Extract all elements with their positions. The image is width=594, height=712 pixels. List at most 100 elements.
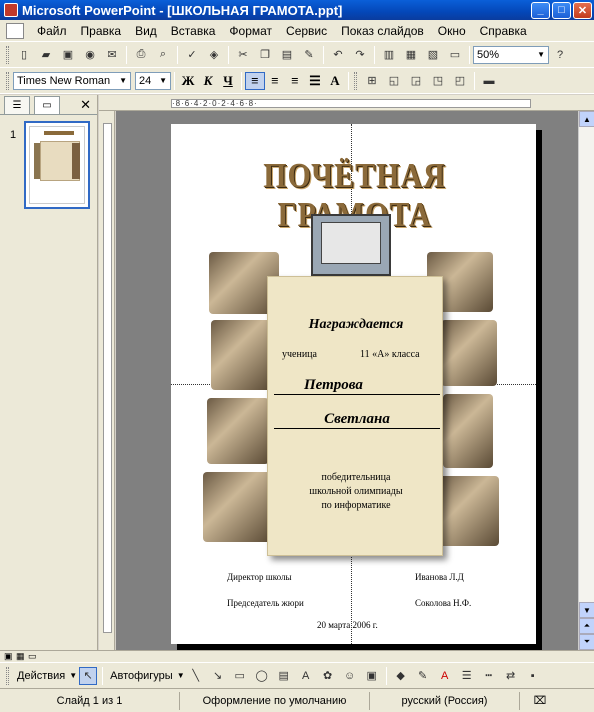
help-icon[interactable]: ? [551, 46, 569, 64]
vertical-scrollbar[interactable]: ▲ ▼ ⏶ ⏷ [578, 111, 594, 650]
menu-help[interactable]: Справка [473, 20, 534, 42]
director-name[interactable]: Иванова Л.Д [415, 572, 464, 582]
toolbar-grip[interactable] [6, 71, 9, 90]
portrait-image[interactable] [207, 398, 269, 464]
redo-icon[interactable]: ↷ [351, 46, 369, 64]
bold-button[interactable]: Ж [178, 72, 198, 90]
insert-table-icon[interactable]: ▦ [402, 46, 420, 64]
font-size-select[interactable]: 24 ▼ [135, 71, 171, 90]
cut-icon[interactable]: ✂ [234, 46, 252, 64]
research-icon[interactable]: ◈ [205, 46, 223, 64]
new-slide-icon[interactable]: ▭ [446, 46, 464, 64]
rectangle-icon[interactable]: ▭ [231, 667, 249, 685]
paste-icon[interactable]: ▤ [278, 46, 296, 64]
outline-tab-icon[interactable]: ☰ [4, 95, 30, 114]
send-backward-icon[interactable]: ◲ [407, 72, 425, 90]
permission-icon[interactable]: ◉ [81, 46, 99, 64]
portrait-image[interactable] [211, 320, 271, 390]
portrait-image[interactable] [203, 472, 271, 542]
wordart-icon[interactable]: A [297, 667, 315, 685]
close-button[interactable]: ✕ [573, 1, 592, 19]
document-icon[interactable] [6, 22, 24, 39]
actions-menu[interactable]: Действия [13, 670, 69, 682]
diagram-icon[interactable]: ✿ [319, 667, 337, 685]
dash-style-icon[interactable]: ┅ [480, 667, 498, 685]
menu-file[interactable]: Файл [30, 20, 74, 42]
scroll-down-icon[interactable]: ▼ [579, 602, 594, 618]
menu-slideshow[interactable]: Показ слайдов [334, 20, 431, 42]
italic-button[interactable]: К [198, 72, 218, 90]
flip-icon[interactable]: ◰ [451, 72, 469, 90]
calculator-image[interactable] [441, 320, 497, 386]
textbox-icon[interactable]: ▤ [275, 667, 293, 685]
rotate-icon[interactable]: ◳ [429, 72, 447, 90]
menu-format[interactable]: Формат [222, 20, 279, 42]
line-color-icon[interactable]: ▬ [480, 72, 498, 90]
print-preview-icon[interactable]: ⌕ [154, 46, 172, 64]
align-left-icon[interactable]: ≡ [245, 71, 265, 90]
date-text[interactable]: 20 марта 2006 г. [317, 620, 378, 630]
arrow-icon[interactable]: ↘ [209, 667, 227, 685]
line-color-icon[interactable]: ✎ [414, 667, 432, 685]
autoshapes-menu[interactable]: Автофигуры [106, 670, 177, 682]
toolbar-grip[interactable] [6, 45, 9, 64]
slide-thumbnail[interactable] [24, 121, 90, 209]
font-color-icon[interactable]: A [436, 667, 454, 685]
next-slide-icon[interactable]: ⏷ [579, 634, 594, 650]
jury-label[interactable]: Председатель жюри [227, 598, 304, 608]
awarded-title[interactable]: Награждается [268, 317, 444, 333]
close-icon[interactable]: ✕ [80, 97, 91, 113]
menu-tools[interactable]: Сервис [279, 20, 334, 42]
copy-icon[interactable]: ❐ [256, 46, 274, 64]
slideshow-view-icon[interactable]: ▭ [28, 651, 37, 662]
tables-borders-icon[interactable]: ▧ [424, 46, 442, 64]
underline-button[interactable]: Ч [218, 72, 238, 90]
abacus-image[interactable] [443, 394, 493, 468]
arrow-style-icon[interactable]: ⇄ [502, 667, 520, 685]
award-plaque[interactable]: Награждается ученица 11 «А» класса Петро… [267, 276, 443, 556]
menu-view[interactable]: Вид [128, 20, 164, 42]
previous-slide-icon[interactable]: ⏶ [579, 618, 594, 634]
justify-icon[interactable]: ☰ [305, 72, 325, 90]
slide[interactable]: ПОЧЁТНАЯ ГРАМОТА Награждается ученица 11… [171, 124, 536, 644]
undo-icon[interactable]: ↶ [329, 46, 347, 64]
sorter-view-icon[interactable]: ▦ [16, 651, 25, 662]
slides-tab-icon[interactable]: ▭ [34, 95, 60, 114]
zoom-select[interactable]: 50% ▼ [473, 45, 549, 64]
picture-icon[interactable]: ▣ [363, 667, 381, 685]
line-icon[interactable]: ╲ [187, 667, 205, 685]
director-label[interactable]: Директор школы [227, 572, 292, 582]
surname-text[interactable]: Петрова [274, 377, 440, 395]
menu-window[interactable]: Окно [431, 20, 473, 42]
machine-image[interactable] [437, 476, 499, 546]
student-label[interactable]: ученица [282, 349, 317, 360]
fill-color-icon[interactable]: ◆ [392, 667, 410, 685]
align-center-icon[interactable]: ≡ [265, 72, 285, 90]
toolbar-grip[interactable] [354, 71, 357, 90]
increase-font-icon[interactable]: A [325, 72, 345, 90]
open-icon[interactable]: ▰ [37, 46, 55, 64]
grid-icon[interactable]: ⊞ [363, 72, 381, 90]
toolbar-grip[interactable] [6, 666, 9, 685]
computer-image[interactable] [311, 214, 391, 276]
spelling-icon[interactable]: ✓ [183, 46, 201, 64]
jury-name[interactable]: Соколова Н.Ф. [415, 598, 471, 608]
normal-view-icon[interactable]: ▣ [4, 651, 13, 662]
insert-chart-icon[interactable]: ▥ [380, 46, 398, 64]
oval-icon[interactable]: ◯ [253, 667, 271, 685]
shadow-icon[interactable]: ▪ [524, 667, 542, 685]
align-right-icon[interactable]: ≡ [285, 72, 305, 90]
font-select[interactable]: Times New Roman ▼ [13, 71, 131, 90]
line-style-icon[interactable]: ☰ [458, 667, 476, 685]
new-icon[interactable]: ▯ [15, 46, 33, 64]
scroll-up-icon[interactable]: ▲ [579, 111, 594, 127]
class-text[interactable]: 11 «А» класса [360, 349, 420, 360]
clipart-icon[interactable]: ☺ [341, 667, 359, 685]
select-pointer-icon[interactable]: ↖ [79, 666, 98, 685]
reason-text[interactable]: победительница школьной олимпиады по инф… [268, 471, 444, 513]
email-icon[interactable]: ✉ [103, 46, 121, 64]
menu-insert[interactable]: Вставка [164, 20, 223, 42]
save-icon[interactable]: ▣ [59, 46, 77, 64]
format-painter-icon[interactable]: ✎ [300, 46, 318, 64]
menu-edit[interactable]: Правка [74, 20, 129, 42]
